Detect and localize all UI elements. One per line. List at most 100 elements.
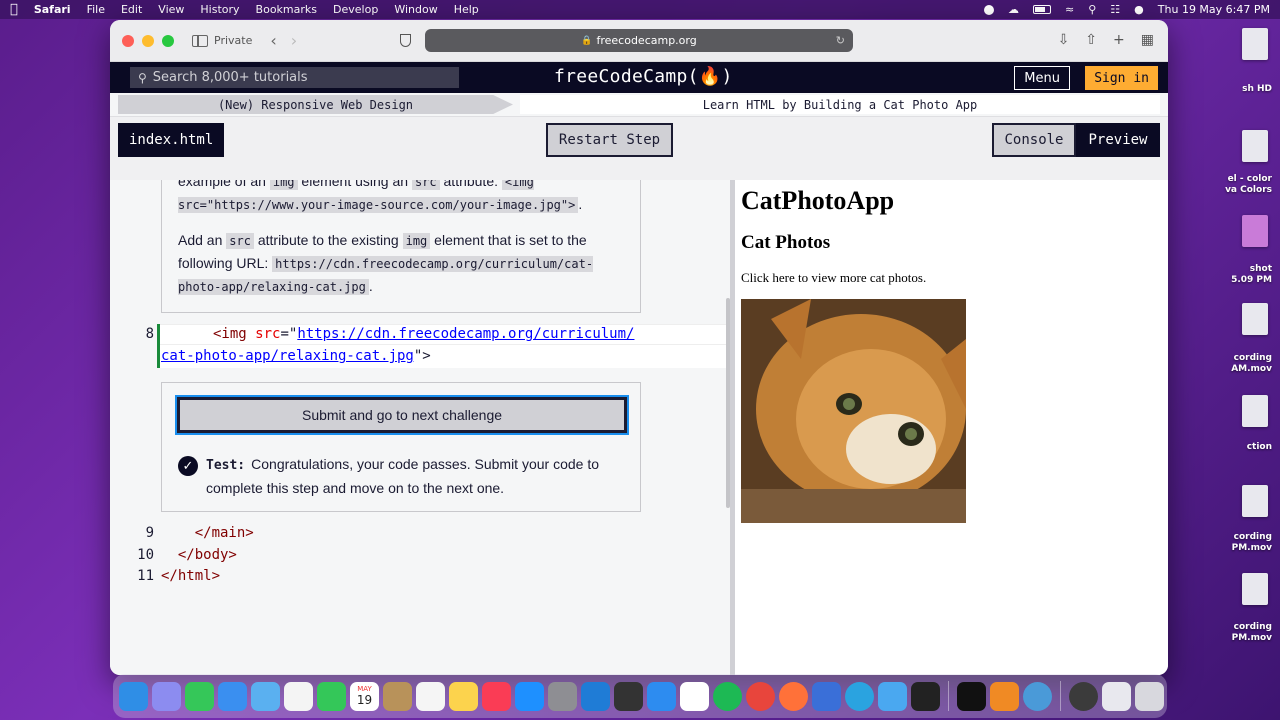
- menu-clock[interactable]: Thu 19 May 6:47 PM: [1158, 3, 1270, 16]
- trash-icon[interactable]: [1135, 681, 1164, 711]
- reload-icon[interactable]: ↻: [836, 34, 845, 47]
- contacts-icon[interactable]: [383, 681, 412, 711]
- terminal-running-icon[interactable]: [957, 681, 986, 711]
- desktop-label-recording-2[interactable]: cording PM.mov: [1170, 532, 1280, 554]
- code-editor[interactable]: example of an img element using an src a…: [110, 180, 730, 675]
- sidebar-toggle-icon[interactable]: [192, 34, 208, 47]
- submit-next-challenge-button[interactable]: Submit and go to next challenge: [175, 395, 629, 435]
- chrome-icon[interactable]: [746, 681, 775, 711]
- menu-window[interactable]: Window: [394, 3, 437, 16]
- sign-in-button[interactable]: Sign in: [1085, 66, 1158, 90]
- wifi-icon[interactable]: ≈: [1065, 3, 1074, 16]
- safari-icon[interactable]: [647, 681, 676, 711]
- desktop-doc-icon[interactable]: [1242, 395, 1268, 427]
- fcc-logo[interactable]: freeCodeCamp(🔥): [554, 66, 733, 87]
- notes-icon[interactable]: [449, 681, 478, 711]
- code-line-8a[interactable]: <img src="https://cdn.freecodecamp.org/c…: [213, 326, 634, 342]
- launchpad-icon[interactable]: [152, 681, 181, 711]
- tab-overview-icon[interactable]: ▦: [1141, 32, 1154, 48]
- desktop-movie-icon-3[interactable]: [1242, 573, 1268, 605]
- desktop-label-screenshot[interactable]: shot 5.09 PM: [1170, 264, 1280, 286]
- cloud-icon[interactable]: ☁: [1008, 3, 1019, 16]
- menu-app-name[interactable]: Safari: [34, 3, 71, 16]
- menu-develop[interactable]: Develop: [333, 3, 378, 16]
- menu-help[interactable]: Help: [454, 3, 479, 16]
- spotlight-icon[interactable]: ⚲: [1088, 3, 1096, 16]
- line-number: 9: [145, 525, 154, 541]
- back-arrow-icon[interactable]: ‹: [270, 31, 276, 50]
- tab-index-html[interactable]: index.html: [118, 123, 225, 157]
- calculator-icon[interactable]: [614, 681, 643, 711]
- apple-icon[interactable]: : [10, 2, 18, 17]
- desktop-movie-icon[interactable]: [1242, 303, 1268, 335]
- control-center-icon[interactable]: ☷: [1110, 3, 1120, 16]
- code-line-8b[interactable]: cat-photo-app/relaxing-cat.jpg">: [161, 348, 431, 364]
- desktop-label-ction[interactable]: ction: [1170, 442, 1280, 453]
- system-preferences-icon[interactable]: [548, 681, 577, 711]
- firefox-icon[interactable]: [779, 681, 808, 711]
- vscode-icon[interactable]: [581, 681, 610, 711]
- downloads-icon[interactable]: ⇩: [1058, 32, 1070, 48]
- preview-button[interactable]: Preview: [1076, 123, 1160, 157]
- desktop-label-recording-3[interactable]: cording PM.mov: [1170, 622, 1280, 644]
- code-line-10[interactable]: </body>: [161, 547, 237, 563]
- breadcrumb-superblock[interactable]: (New) Responsive Web Design: [118, 95, 513, 114]
- messages-icon[interactable]: [185, 681, 214, 711]
- forward-arrow-icon[interactable]: ›: [291, 31, 297, 50]
- menu-view[interactable]: View: [158, 3, 184, 16]
- menu-bookmarks[interactable]: Bookmarks: [256, 3, 317, 16]
- inline-code: img: [269, 180, 298, 190]
- close-window-button[interactable]: [122, 34, 134, 47]
- fullscreen-window-button[interactable]: [162, 34, 174, 47]
- desktop-label-drive[interactable]: sh HD: [1170, 84, 1280, 95]
- desc-text: .: [578, 196, 583, 212]
- code-line-11[interactable]: </html>: [161, 568, 220, 584]
- address-bar[interactable]: 🔒 freecodecamp.org ↻: [425, 29, 853, 52]
- notion-icon[interactable]: [680, 681, 709, 711]
- desktop-file-icon[interactable]: [1242, 130, 1268, 162]
- code-tag: <img: [213, 326, 256, 342]
- code-line-9[interactable]: </main>: [161, 525, 254, 541]
- new-tab-icon[interactable]: +: [1113, 32, 1125, 48]
- calendar-icon[interactable]: MAY 19: [350, 681, 379, 711]
- facetime-icon[interactable]: [317, 681, 346, 711]
- preview-app-icon[interactable]: [812, 681, 841, 711]
- desc-text: Add an: [178, 232, 227, 248]
- dock-separator: [948, 681, 949, 711]
- mail-icon[interactable]: [218, 681, 247, 711]
- search-input[interactable]: ⚲ Search 8,000+ tutorials: [130, 67, 459, 88]
- quicktime-icon[interactable]: [1023, 681, 1052, 711]
- reminders-icon[interactable]: [416, 681, 445, 711]
- battery-icon[interactable]: [1033, 5, 1052, 14]
- app-store-icon[interactable]: [515, 681, 544, 711]
- record-icon[interactable]: [984, 4, 995, 15]
- line-number: 10: [137, 547, 154, 563]
- desktop-drive-icon[interactable]: [1242, 28, 1268, 60]
- desktop-movie-icon-2[interactable]: [1242, 485, 1268, 517]
- terminal-icon[interactable]: [911, 681, 940, 711]
- share-icon[interactable]: ⇧: [1085, 32, 1097, 48]
- maps-icon[interactable]: [251, 681, 280, 711]
- console-button[interactable]: Console: [992, 123, 1076, 157]
- desktop-label-recording-1[interactable]: cording AM.mov: [1170, 353, 1280, 375]
- photos-icon[interactable]: [284, 681, 313, 711]
- privacy-shield-icon[interactable]: [400, 34, 411, 47]
- screen-recorder-icon[interactable]: [878, 681, 907, 711]
- siri-icon[interactable]: ●: [1134, 3, 1144, 16]
- menu-edit[interactable]: Edit: [121, 3, 142, 16]
- downloads-stack-icon[interactable]: [1069, 681, 1098, 711]
- minimize-window-button[interactable]: [142, 34, 154, 47]
- document-stack-icon[interactable]: [1102, 681, 1131, 711]
- vlc-icon[interactable]: [990, 681, 1019, 711]
- spotify-icon[interactable]: [713, 681, 742, 711]
- menu-file[interactable]: File: [87, 3, 105, 16]
- breadcrumb-block[interactable]: Learn HTML by Building a Cat Photo App: [520, 95, 1160, 114]
- desktop-label-colors[interactable]: el - color va Colors: [1170, 174, 1280, 196]
- music-icon[interactable]: [482, 681, 511, 711]
- finder-icon[interactable]: [119, 681, 148, 711]
- desktop-screenshot-icon[interactable]: [1242, 215, 1268, 247]
- menu-button[interactable]: Menu: [1014, 66, 1070, 90]
- restart-step-button[interactable]: Restart Step: [546, 123, 673, 157]
- menu-history[interactable]: History: [200, 3, 239, 16]
- telegram-icon[interactable]: [845, 681, 874, 711]
